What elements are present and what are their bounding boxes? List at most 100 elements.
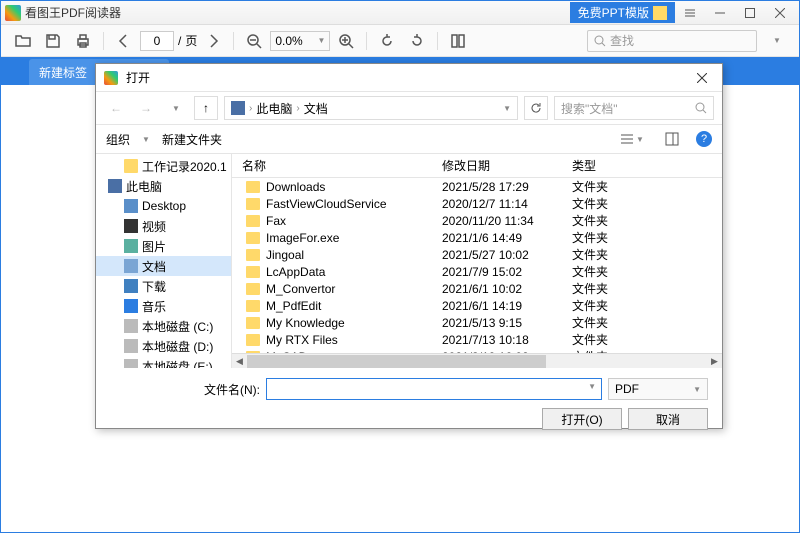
close-button[interactable] (765, 2, 795, 24)
zoom-select[interactable]: 0.0%▼ (270, 31, 330, 51)
tree-item[interactable]: 下载 (96, 276, 231, 296)
file-row[interactable]: ImageFor.exe2021/1/6 14:49文件夹 (232, 229, 722, 246)
file-row[interactable]: M_Convertor2021/6/1 10:02文件夹 (232, 280, 722, 297)
music-icon (124, 299, 138, 313)
file-row[interactable]: My Knowledge2021/5/13 9:15文件夹 (232, 314, 722, 331)
file-row[interactable]: LcAppData2021/7/9 15:02文件夹 (232, 263, 722, 280)
file-filter-select[interactable]: PDF▼ (608, 378, 708, 400)
tree-item[interactable]: 音乐 (96, 296, 231, 316)
preview-pane-icon[interactable] (656, 129, 688, 149)
file-type: 文件夹 (572, 280, 722, 297)
address-bar[interactable]: › 此电脑 › 文档 ▼ (224, 96, 518, 120)
organize-button[interactable]: 组织 (106, 131, 130, 148)
tree-item[interactable]: 本地磁盘 (C:) (96, 316, 231, 336)
rotate-left-icon[interactable] (373, 29, 401, 53)
nav-recent-icon[interactable]: ▼ (164, 96, 188, 120)
folder-icon (124, 159, 138, 173)
col-type[interactable]: 类型 (572, 157, 722, 174)
open-button[interactable]: 打开(O) (542, 408, 622, 430)
file-row[interactable]: FastViewCloudService2020/12/7 11:14文件夹 (232, 195, 722, 212)
file-row[interactable]: Fax2020/11/20 11:34文件夹 (232, 212, 722, 229)
dialog-title: 打开 (126, 69, 150, 86)
scroll-right-icon[interactable]: ▶ (707, 354, 722, 369)
nav-back-icon[interactable]: ← (104, 96, 128, 120)
new-folder-button[interactable]: 新建文件夹 (162, 131, 222, 148)
zoom-in-icon[interactable] (332, 29, 360, 53)
nav-up-icon[interactable]: ↑ (194, 96, 218, 120)
maximize-button[interactable] (735, 2, 765, 24)
menu-button[interactable] (675, 2, 705, 24)
col-name[interactable]: 名称 (232, 157, 442, 174)
filename-dropdown-icon[interactable]: ▼ (588, 382, 596, 391)
tree-label: 下载 (142, 278, 166, 295)
file-date: 2021/1/6 14:49 (442, 231, 572, 245)
tree-item[interactable]: 图片 (96, 236, 231, 256)
open-file-icon[interactable] (9, 29, 37, 53)
file-row[interactable]: Downloads2021/5/28 17:29文件夹 (232, 178, 722, 195)
filename-input[interactable] (266, 378, 602, 400)
file-name: My RTX Files (266, 333, 338, 347)
horizontal-scrollbar[interactable]: ◀ ▶ (232, 353, 722, 368)
folder-icon (246, 249, 260, 261)
file-name: Jingoal (266, 248, 304, 262)
addr-dropdown-icon[interactable]: ▼ (503, 104, 511, 113)
file-row[interactable]: M_PdfEdit2021/6/1 14:19文件夹 (232, 297, 722, 314)
toolbar-search[interactable]: 查找 (587, 30, 757, 52)
drive-icon (124, 339, 138, 353)
file-row[interactable]: Jingoal2021/5/27 10:02文件夹 (232, 246, 722, 263)
scroll-left-icon[interactable]: ◀ (232, 354, 247, 369)
nav-forward-icon[interactable]: → (134, 96, 158, 120)
cancel-button[interactable]: 取消 (628, 408, 708, 430)
help-icon[interactable]: ? (696, 131, 712, 147)
page-indicator: / 页 (140, 31, 197, 51)
tree-label: Desktop (142, 199, 186, 213)
search-icon (594, 35, 606, 47)
file-type: 文件夹 (572, 195, 722, 212)
promo-banner[interactable]: 免费PPT模版 (570, 2, 675, 23)
tree-label: 工作记录2020.1 (142, 158, 227, 175)
tree-label: 本地磁盘 (D:) (142, 338, 213, 355)
folder-icon (246, 283, 260, 295)
breadcrumb-pc[interactable]: 此电脑 (256, 100, 292, 117)
folder-tree: 工作记录2020.1此电脑 Desktop 视频图片文档下载音乐本地磁盘 (C:) 本… (96, 154, 232, 368)
tree-label: 音乐 (142, 298, 166, 315)
app-icon (5, 5, 21, 21)
pics-icon (124, 239, 138, 253)
page-input[interactable] (140, 31, 174, 51)
print-icon[interactable] (69, 29, 97, 53)
col-date[interactable]: 修改日期 (442, 157, 572, 174)
tree-item[interactable]: 本地磁盘 (E:) (96, 356, 231, 368)
tree-label: 图片 (142, 238, 166, 255)
scroll-thumb[interactable] (247, 355, 546, 368)
tree-item[interactable]: Desktop (96, 196, 231, 216)
open-dialog: 打开 ← → ▼ ↑ › 此电脑 › 文档 ▼ 搜索"文档" 组织 ▼ 新建文件夹… (95, 63, 723, 429)
dl-icon (124, 279, 138, 293)
tab-label: 新建标签 (39, 64, 87, 81)
file-name: Fax (266, 214, 286, 228)
tree-item[interactable]: 工作记录2020.1 (96, 156, 231, 176)
next-page-icon[interactable] (199, 29, 227, 53)
dialog-close-icon[interactable] (690, 68, 714, 88)
minimize-button[interactable] (705, 2, 735, 24)
zoom-out-icon[interactable] (240, 29, 268, 53)
dialog-body: 工作记录2020.1此电脑 Desktop 视频图片文档下载音乐本地磁盘 (C:) 本… (96, 154, 722, 368)
tree-item[interactable]: 本地磁盘 (D:) (96, 336, 231, 356)
prev-page-icon[interactable] (110, 29, 138, 53)
file-name: ImageFor.exe (266, 231, 339, 245)
dropdown-icon[interactable]: ▼ (763, 29, 791, 53)
refresh-icon[interactable] (524, 96, 548, 120)
tree-item[interactable]: 此电脑 (96, 176, 231, 196)
rotate-right-icon[interactable] (403, 29, 431, 53)
file-name: My Knowledge (266, 316, 345, 330)
dialog-footer: 文件名(N): ▼ PDF▼ 打开(O) 取消 (96, 368, 722, 440)
fit-page-icon[interactable] (444, 29, 472, 53)
breadcrumb-folder[interactable]: 文档 (304, 100, 328, 117)
folder-icon (246, 198, 260, 210)
save-icon[interactable] (39, 29, 67, 53)
view-mode-icon[interactable]: ▼ (616, 129, 648, 149)
tree-item[interactable]: 视频 (96, 216, 231, 236)
tree-item[interactable]: 文档 (96, 256, 231, 276)
dialog-search[interactable]: 搜索"文档" (554, 96, 714, 120)
file-row[interactable]: My RTX Files2021/7/13 10:18文件夹 (232, 331, 722, 348)
desktop-icon (124, 199, 138, 213)
